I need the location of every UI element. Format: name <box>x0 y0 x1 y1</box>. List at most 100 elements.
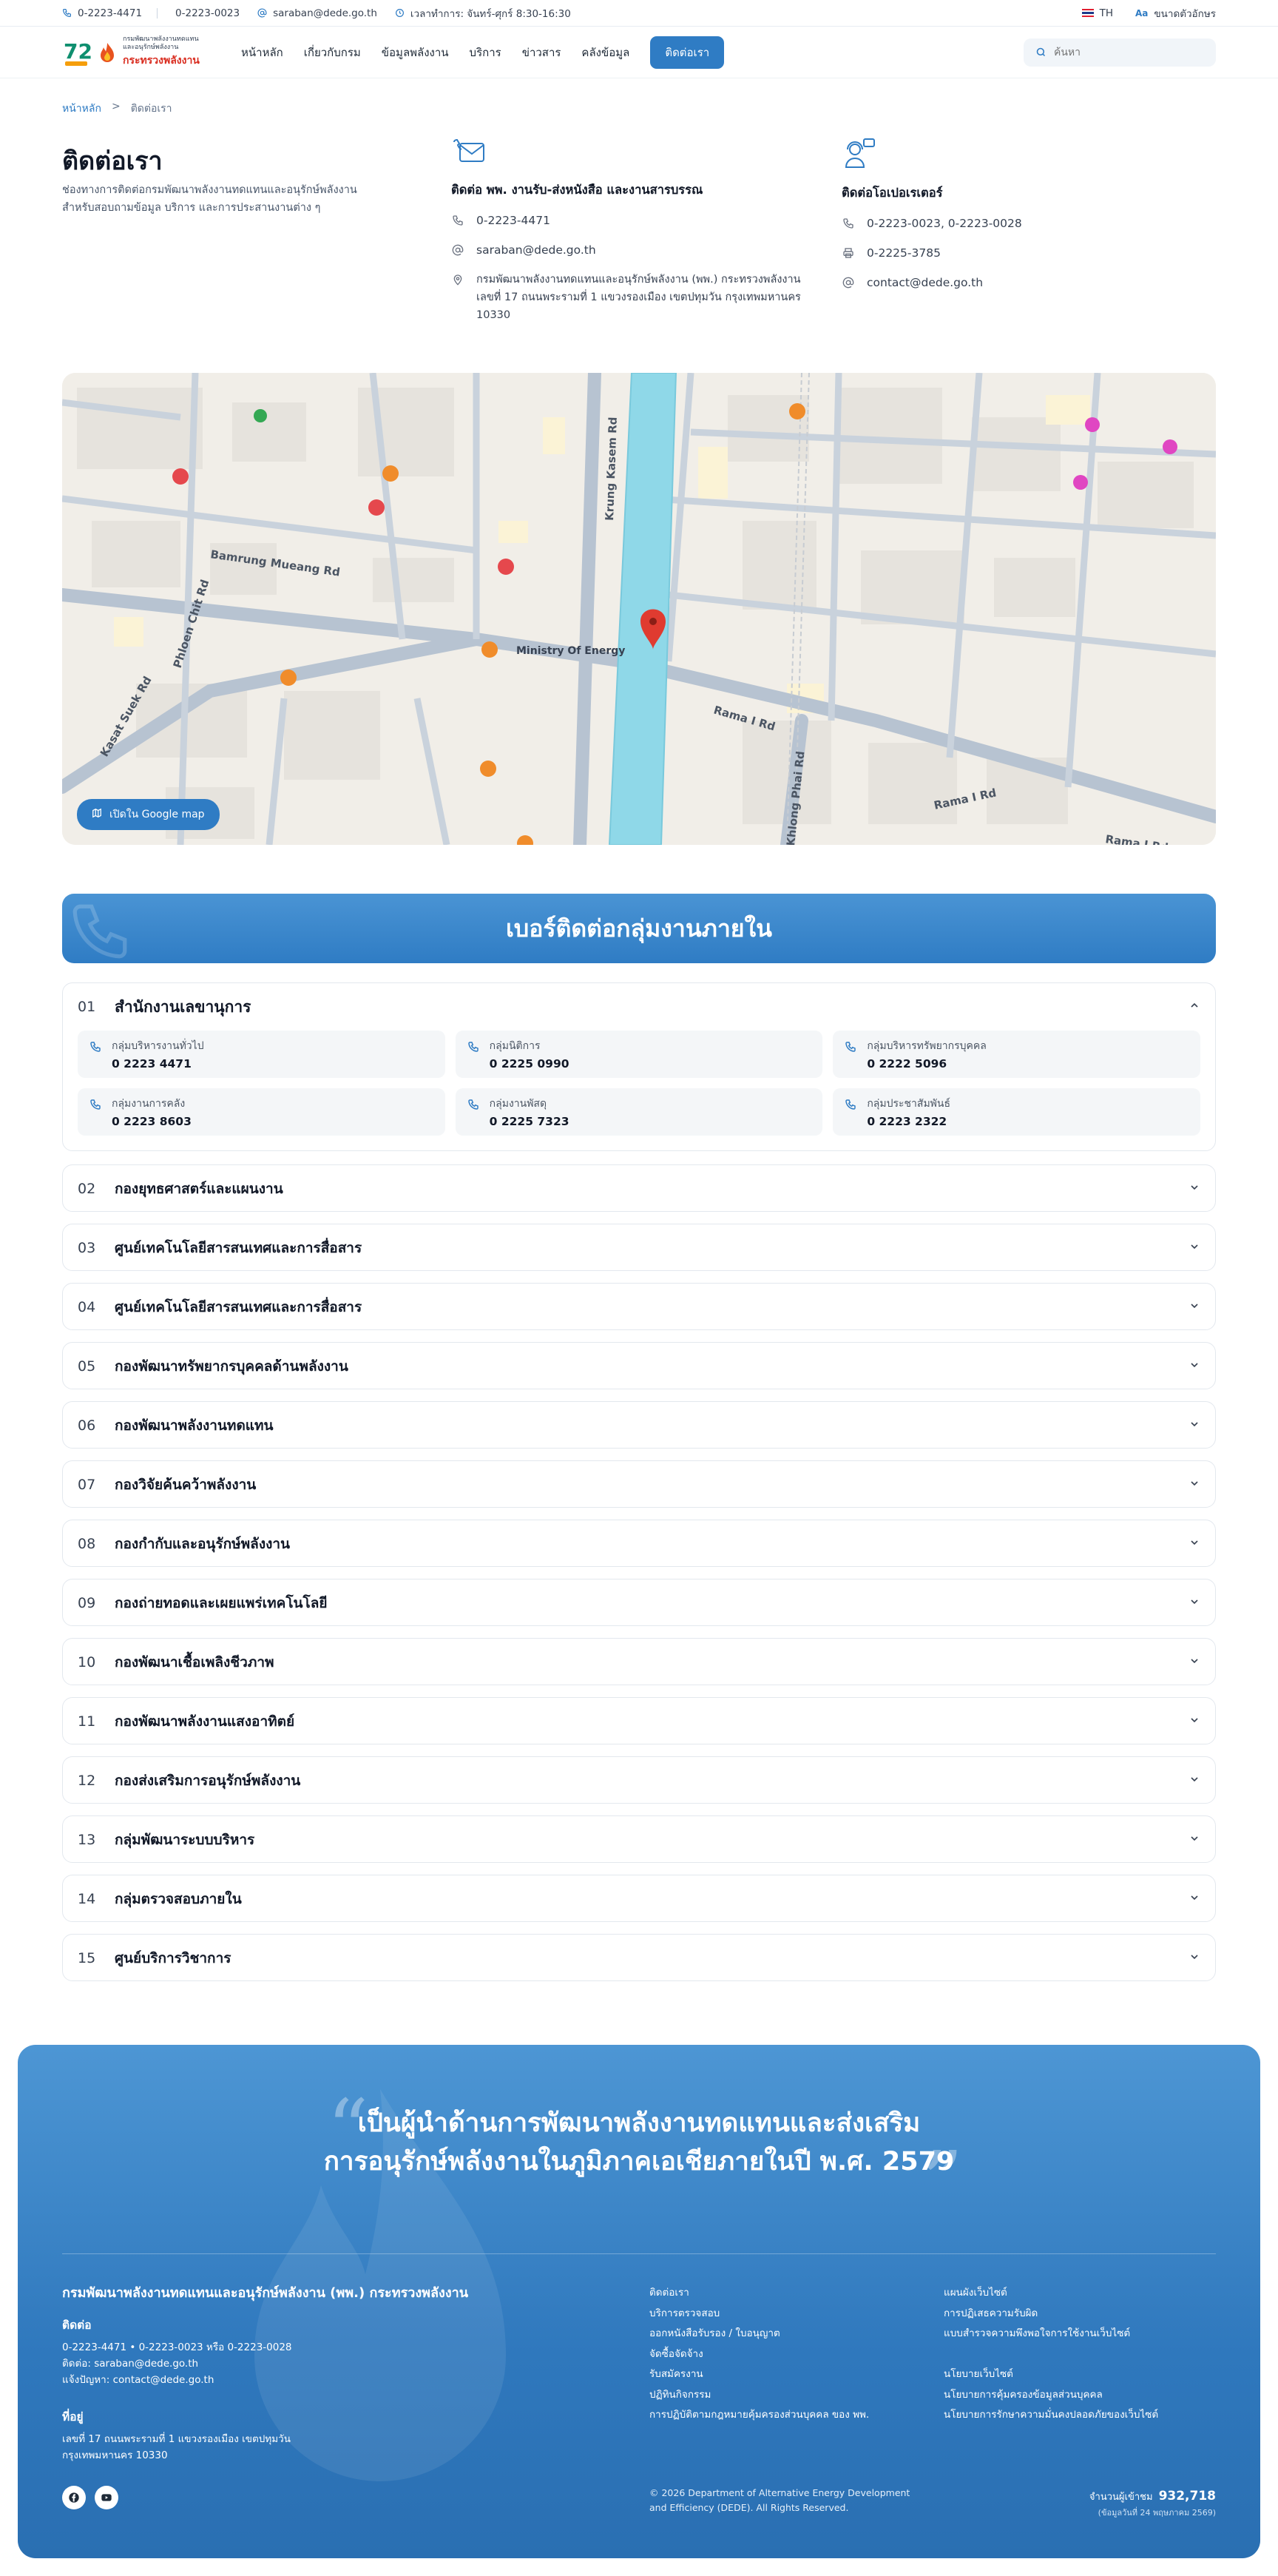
footer-link[interactable]: การปฏิบัติตามกฎหมายคุ้มครองส่วนบุคคล ของ… <box>649 2405 869 2426</box>
department-accordion-06[interactable]: 06 กองพัฒนาพลังงานทดแทน <box>62 1401 1216 1449</box>
accordion-header[interactable]: 03 ศูนย์เทคโนโลยีสารสนเทศและการสื่อสาร <box>63 1224 1215 1272</box>
accordion-header[interactable]: 15 ศูนย์บริการวิชาการ <box>63 1935 1215 1982</box>
operator-phone[interactable]: 0-2223-0023, 0-2223-0028 <box>842 215 1211 232</box>
footer-divider <box>62 2253 1216 2254</box>
department-accordion-07[interactable]: 07 กองวิจัยค้นคว้าพลังงาน <box>62 1460 1216 1508</box>
footer-link[interactable]: จัดซื้อจัดจ้าง <box>649 2344 869 2365</box>
saraban-phone[interactable]: 0-2223-4471 <box>451 212 821 229</box>
footer-links-col3: นโยบายเว็บไซต์ นโยบายการคุ้มครองข้อมูลส่… <box>944 2364 1158 2426</box>
department-accordion-12[interactable]: 12 กองส่งเสริมการอนุรักษ์พลังงาน <box>62 1756 1216 1804</box>
chevron-down-icon[interactable] <box>1189 1536 1200 1552</box>
topbar-email[interactable]: saraban@dede.go.th <box>257 7 377 19</box>
footer-link[interactable]: ปฏิทินกิจกรรม <box>649 2385 869 2406</box>
chevron-down-icon[interactable] <box>1189 1713 1200 1730</box>
language-switch[interactable]: TH <box>1081 7 1113 19</box>
chevron-up-icon[interactable] <box>1189 999 1200 1015</box>
nav-archive[interactable]: คลังข้อมูล <box>581 44 629 61</box>
accordion-header[interactable]: 13 กลุ่มพัฒนาระบบบริหาร <box>63 1816 1215 1864</box>
font-size-control[interactable]: Aa ขนาดตัวอักษร <box>1135 5 1216 21</box>
department-accordion-02[interactable]: 02 กองยุทธศาสตร์และแผนงาน <box>62 1164 1216 1212</box>
open-google-map-button[interactable]: เปิดใน Google map <box>77 799 220 830</box>
accordion-header[interactable]: 02 กองยุทธศาสตร์และแผนงาน <box>63 1165 1215 1213</box>
chevron-down-icon[interactable] <box>1189 1832 1200 1848</box>
chevron-down-icon[interactable] <box>1189 1773 1200 1789</box>
footer-link[interactable]: แผนผังเว็บไซต์ <box>944 2283 1130 2304</box>
chevron-down-icon[interactable] <box>1189 1891 1200 1907</box>
footer-link[interactable]: นโยบายการคุ้มครองข้อมูลส่วนบุคคล <box>944 2385 1158 2406</box>
chevron-down-icon[interactable] <box>1189 1358 1200 1375</box>
accordion-header[interactable]: 04 ศูนย์เทคโนโลยีสารสนเทศและการสื่อสาร <box>63 1284 1215 1331</box>
accordion-header[interactable]: 09 กองถ่ายทอดและเผยแพร่เทคโนโลยี <box>63 1579 1215 1627</box>
contact-grid: กลุ่มบริหารงานทั่วไป 0 2223 4471 กลุ่มนิต… <box>63 1031 1215 1150</box>
department-accordion-10[interactable]: 10 กองพัฒนาเชื้อเพลิงชีวภาพ <box>62 1638 1216 1685</box>
accordion-header[interactable]: 01 สำนักงานเลขานุการ <box>63 983 1215 1031</box>
accordion-header[interactable]: 06 กองพัฒนาพลังงานทดแทน <box>63 1402 1215 1449</box>
accordion-number: 04 <box>78 1299 96 1315</box>
nav-news[interactable]: ข่าวสาร <box>522 44 561 61</box>
visitor-counter: จำนวนผู้เข้าชม 932,718 (ข้อมูลวันที่ 24 พ… <box>1089 2489 1216 2519</box>
nav-about[interactable]: เกี่ยวกับกรม <box>304 44 361 61</box>
department-accordion-04[interactable]: 04 ศูนย์เทคโนโลยีสารสนเทศและการสื่อสาร <box>62 1283 1216 1330</box>
footer-link[interactable]: ติดต่อเรา <box>649 2283 869 2304</box>
search-input[interactable] <box>1054 46 1194 58</box>
chevron-down-icon[interactable] <box>1189 1240 1200 1256</box>
footer-link[interactable]: บริการตรวจสอบ <box>649 2304 869 2324</box>
department-accordion-13[interactable]: 13 กลุ่มพัฒนาระบบบริหาร <box>62 1815 1216 1863</box>
accordion-header[interactable]: 08 กองกำกับและอนุรักษ์พลังงาน <box>63 1520 1215 1568</box>
department-accordion-09[interactable]: 09 กองถ่ายทอดและเผยแพร่เทคโนโลยี <box>62 1579 1216 1626</box>
contact-card[interactable]: กลุ่มบริหารงานทั่วไป 0 2223 4471 <box>78 1031 445 1078</box>
nav-contact-button[interactable]: ติดต่อเรา <box>650 36 725 69</box>
chevron-down-icon[interactable] <box>1189 1299 1200 1315</box>
department-accordion-03[interactable]: 03 ศูนย์เทคโนโลยีสารสนเทศและการสื่อสาร <box>62 1224 1216 1271</box>
youtube-icon[interactable] <box>95 2486 118 2509</box>
nav-home[interactable]: หน้าหลัก <box>241 44 283 61</box>
breadcrumb-home[interactable]: หน้าหลัก <box>62 101 101 117</box>
operator-phone-text: 0-2223-0023, 0-2223-0028 <box>867 217 1022 230</box>
footer-link[interactable]: นโยบายการรักษาความมั่นคงปลอดภัยของเว็บไซ… <box>944 2405 1158 2426</box>
contact-card[interactable]: กลุ่มงานการคลัง 0 2223 8603 <box>78 1088 445 1136</box>
saraban-address: กรมพัฒนาพลังงานทดแทนและอนุรักษ์พลังงาน (… <box>451 271 821 324</box>
accordion-header[interactable]: 14 กลุ่มตรวจสอบภายใน <box>63 1875 1215 1923</box>
chevron-down-icon[interactable] <box>1189 1654 1200 1670</box>
accordion-header[interactable]: 12 กองส่งเสริมการอนุรักษ์พลังงาน <box>63 1757 1215 1804</box>
department-accordion-05[interactable]: 05 กองพัฒนาทรัพยากรบุคคลด้านพลังงาน <box>62 1342 1216 1389</box>
site-logo[interactable]: 72 กรมพัฒนาพลังงานทดแทน และอนุรักษ์พลังง… <box>62 36 225 69</box>
footer-link[interactable]: การปฏิเสธความรับผิด <box>944 2304 1130 2324</box>
footer-link[interactable]: ออกหนังสือรับรอง / ใบอนุญาต <box>649 2324 869 2344</box>
accordion-header[interactable]: 11 กองพัฒนาพลังงานแสงอาทิตย์ <box>63 1698 1215 1745</box>
contact-card[interactable]: กลุ่มประชาสัมพันธ์ 0 2223 2322 <box>833 1088 1200 1136</box>
operator-email[interactable]: contact@dede.go.th <box>842 274 1211 291</box>
footer-contact-line[interactable]: แจ้งปัญหา: contact@dede.go.th <box>62 2372 292 2388</box>
chevron-down-icon[interactable] <box>1189 1417 1200 1434</box>
accordion-header[interactable]: 07 กองวิจัยค้นคว้าพลังงาน <box>63 1461 1215 1508</box>
accordion-header[interactable]: 05 กองพัฒนาทรัพยากรบุคคลด้านพลังงาน <box>63 1343 1215 1390</box>
contact-phone: 0 2223 4471 <box>112 1057 192 1070</box>
topbar-phone-2[interactable]: 0-2223-0023 <box>175 7 240 19</box>
map-place-label: Ministry Of Energy <box>516 645 625 657</box>
contact-card[interactable]: กลุ่มบริหารทรัพยากรบุคคล 0 2222 5096 <box>833 1031 1200 1078</box>
contact-card[interactable]: กลุ่มนิติการ 0 2225 0990 <box>455 1031 823 1078</box>
department-accordion-14[interactable]: 14 กลุ่มตรวจสอบภายใน <box>62 1875 1216 1922</box>
footer-link[interactable]: นโยบายเว็บไซต์ <box>944 2364 1158 2385</box>
footer-link[interactable]: แบบสำรวจความพึงพอใจการใช้งานเว็บไซต์ <box>944 2324 1130 2344</box>
department-accordion-15[interactable]: 15 ศูนย์บริการวิชาการ <box>62 1934 1216 1981</box>
location-map[interactable]: Bamrung Mueang Rd Phloen Chit Rd Kasat S… <box>62 373 1216 845</box>
chevron-down-icon[interactable] <box>1189 1595 1200 1611</box>
department-accordion-08[interactable]: 08 กองกำกับและอนุรักษ์พลังงาน <box>62 1520 1216 1567</box>
footer-link[interactable]: รับสมัครงาน <box>649 2364 869 2385</box>
chevron-down-icon[interactable] <box>1189 1477 1200 1493</box>
footer-contact-line[interactable]: ติดต่อ: saraban@dede.go.th <box>62 2356 292 2372</box>
chevron-down-icon[interactable] <box>1189 1181 1200 1197</box>
facebook-icon[interactable] <box>62 2486 86 2509</box>
department-accordion-11[interactable]: 11 กองพัฒนาพลังงานแสงอาทิตย์ <box>62 1697 1216 1744</box>
chevron-down-icon[interactable] <box>1189 1950 1200 1966</box>
accordion-title: กองกำกับและอนุรักษ์พลังงาน <box>115 1536 291 1552</box>
search-box[interactable] <box>1024 38 1216 67</box>
nav-services[interactable]: บริการ <box>470 44 501 61</box>
saraban-email[interactable]: saraban@dede.go.th <box>451 241 821 259</box>
topbar-phone[interactable]: 0-2223-4471 <box>62 7 142 19</box>
contact-phone: 0 2223 2322 <box>867 1115 947 1128</box>
contact-card[interactable]: กลุ่มงานพัสดุ 0 2225 7323 <box>455 1088 823 1136</box>
nav-energy-data[interactable]: ข้อมูลพลังงาน <box>382 44 449 61</box>
accordion-header[interactable]: 10 กองพัฒนาเชื้อเพลิงชีวภาพ <box>63 1639 1215 1686</box>
